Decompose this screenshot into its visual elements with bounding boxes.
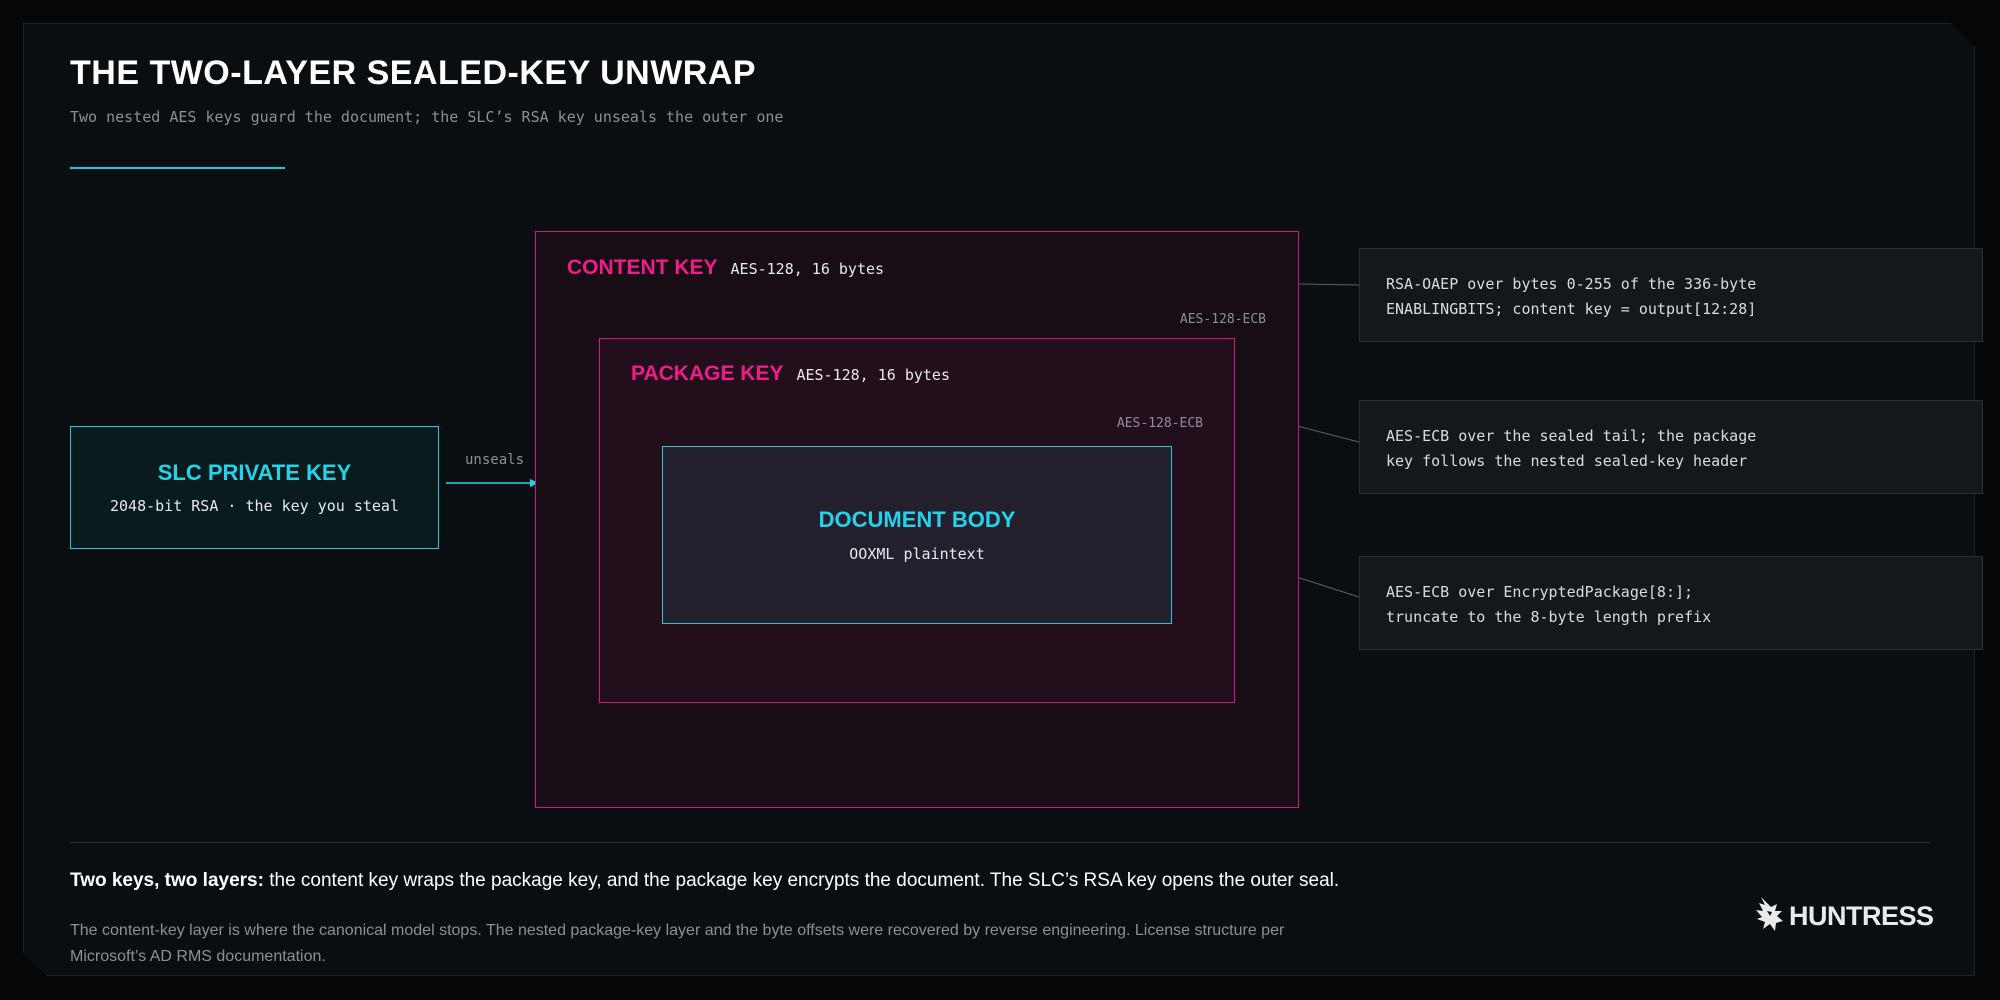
slc-detail: 2048-bit RSA · the key you steal bbox=[110, 497, 399, 515]
document-title: DOCUMENT BODY bbox=[818, 507, 1016, 532]
note-leader-content-key bbox=[1298, 283, 1360, 286]
package-key-detail: AES-128, 16 bytes bbox=[796, 366, 950, 384]
note-line: truncate to the 8-byte length prefix bbox=[1386, 608, 1712, 626]
note-line: AES-ECB over EncryptedPackage[8:]; bbox=[1386, 583, 1694, 601]
huntress-logo: HUNTRESS bbox=[1753, 895, 1934, 938]
slc-private-key-box: SLC PRIVATE KEY 2048-bit RSA · the key y… bbox=[70, 426, 439, 549]
note-content-key: RSA-OAEP over bytes 0-255 of the 336-byt… bbox=[1359, 248, 1983, 342]
content-key-title: CONTENT KEY bbox=[567, 256, 718, 279]
package-key-cipher: AES-128-ECB bbox=[1116, 416, 1203, 431]
package-key-title: PACKAGE KEY bbox=[631, 362, 784, 385]
footnote: The content-key layer is where the canon… bbox=[70, 922, 1285, 965]
slc-title: SLC PRIVATE KEY bbox=[157, 460, 352, 485]
huntress-eagle-icon bbox=[1753, 895, 1785, 938]
summary-rest: the content key wraps the package key, a… bbox=[263, 870, 1340, 891]
document-body-box: DOCUMENT BODY OOXML plaintext bbox=[662, 446, 1172, 624]
note-line: ENABLINGBITS; content key = output[12:28… bbox=[1386, 300, 1757, 318]
note-package-key: AES-ECB over the sealed tail; the packag… bbox=[1359, 400, 1983, 494]
note-line: key follows the nested sealed-key header bbox=[1386, 452, 1748, 470]
note-line: RSA-OAEP over bytes 0-255 of the 336-byt… bbox=[1386, 275, 1757, 293]
footer-divider bbox=[70, 842, 1930, 843]
content-key-header: CONTENT KEY AES-128, 16 bytes bbox=[567, 256, 884, 280]
arrow-label: unseals bbox=[465, 452, 525, 468]
summary-text: Two keys, two layers: the content key wr… bbox=[70, 870, 1339, 892]
package-key-header: PACKAGE KEY AES-128, 16 bytes bbox=[631, 362, 950, 386]
document-detail: OOXML plaintext bbox=[849, 545, 985, 563]
content-key-detail: AES-128, 16 bytes bbox=[730, 260, 885, 278]
note-line: AES-ECB over the sealed tail; the packag… bbox=[1386, 427, 1757, 445]
content-key-cipher: AES-128-ECB bbox=[1179, 312, 1266, 327]
note-document: AES-ECB over EncryptedPackage[8:]; trunc… bbox=[1359, 556, 1983, 650]
logo-text: HUNTRESS bbox=[1789, 901, 1934, 931]
summary-bold: Two keys, two layers: bbox=[70, 870, 264, 891]
